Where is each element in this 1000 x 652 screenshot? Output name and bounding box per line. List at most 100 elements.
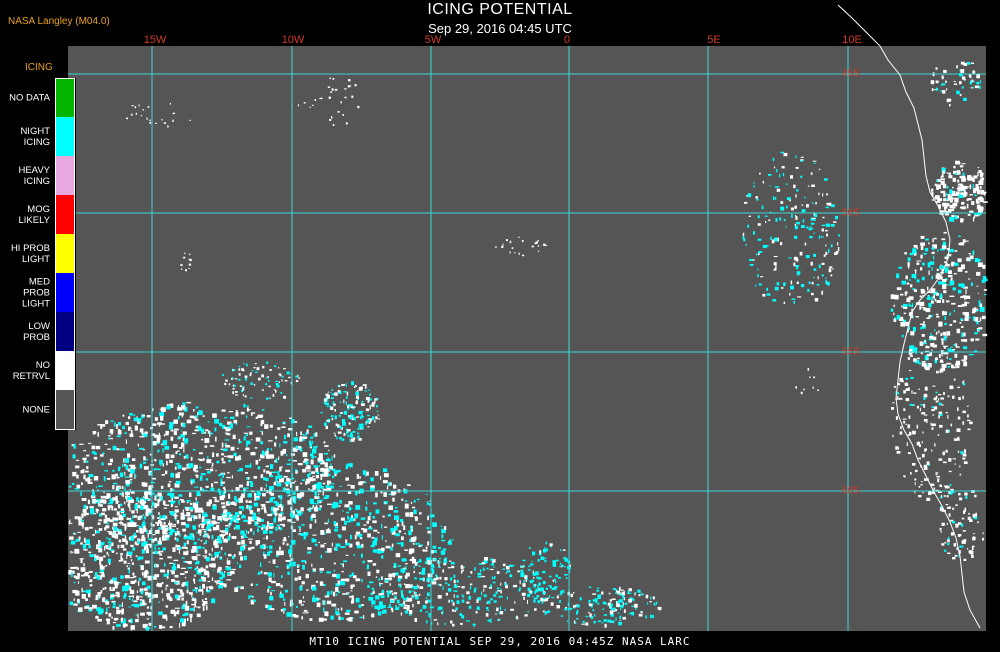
cloud-pixel — [953, 81, 956, 82]
cloud-pixel — [121, 485, 124, 489]
cloud-pixel — [174, 516, 177, 519]
cloud-pixel — [288, 459, 291, 461]
cloud-pixel — [782, 172, 785, 177]
cloud-pixel — [367, 533, 371, 538]
cloud-pixel — [218, 566, 221, 571]
cloud-pixel — [361, 578, 363, 583]
cloud-pixel — [957, 258, 962, 263]
cloud-pixel — [982, 537, 984, 541]
cloud-pixel — [275, 526, 278, 531]
cloud-pixel — [310, 459, 314, 465]
cloud-pixel — [82, 509, 87, 513]
cloud-pixel — [457, 586, 461, 588]
cloud-pixel — [331, 418, 334, 421]
cloud-pixel — [177, 564, 180, 569]
cloud-pixel — [112, 497, 117, 501]
cloud-pixel — [970, 282, 973, 286]
cloud-pixel — [946, 300, 950, 303]
cloud-pixel — [396, 542, 402, 545]
cloud-pixel — [186, 419, 192, 424]
cloud-pixel — [609, 599, 612, 602]
cloud-pixel — [142, 602, 147, 606]
cloud-pixel — [250, 452, 256, 456]
cloud-pixel — [76, 474, 79, 479]
cloud-pixel — [813, 232, 815, 234]
cloud-pixel — [542, 548, 546, 553]
cloud-pixel — [181, 405, 186, 410]
cloud-pixel — [938, 330, 940, 333]
cloud-pixel — [146, 585, 151, 590]
cloud-pixel — [163, 507, 168, 509]
cloud-pixel — [903, 390, 906, 394]
cloud-pixel — [943, 336, 947, 341]
cloud-pixel — [925, 238, 929, 241]
cloud-pixel — [966, 295, 971, 299]
cloud-pixel — [756, 253, 758, 256]
cloud-pixel — [921, 276, 925, 281]
cloud-pixel — [337, 389, 341, 393]
cloud-pixel — [112, 622, 117, 624]
cloud-pixel — [901, 334, 904, 338]
cloud-pixel — [336, 469, 341, 473]
cloud-pixel — [224, 455, 227, 457]
cloud-pixel — [226, 579, 232, 581]
cloud-pixel — [70, 540, 76, 545]
cloud-pixel — [509, 564, 513, 567]
cloud-pixel — [255, 583, 258, 586]
cloud-pixel — [349, 574, 352, 578]
cloud-pixel — [108, 613, 112, 617]
cloud-pixel — [269, 523, 274, 527]
cloud-pixel — [254, 363, 257, 365]
cloud-pixel — [330, 415, 334, 418]
cloud-pixel — [913, 253, 917, 256]
cloud-pixel — [356, 395, 359, 399]
cloud-pixel — [949, 280, 955, 286]
cloud-pixel — [144, 560, 150, 564]
cloud-pixel — [275, 583, 281, 587]
cloud-pixel — [287, 566, 289, 569]
cloud-pixel — [185, 581, 189, 587]
cloud-pixel — [955, 525, 959, 528]
cloud-pixel — [934, 329, 936, 331]
cloud-pixel — [919, 306, 922, 310]
cloud-pixel — [165, 587, 167, 591]
cloud-pixel — [235, 487, 240, 491]
cloud-pixel — [954, 250, 958, 252]
cloud-pixel — [166, 405, 171, 410]
cloud-pixel — [72, 551, 74, 554]
cloud-pixel — [131, 598, 134, 602]
cloud-pixel — [786, 205, 788, 209]
cloud-pixel — [622, 595, 625, 599]
cloud-pixel — [139, 447, 144, 450]
cloud-pixel — [896, 315, 900, 320]
cloud-pixel — [967, 198, 972, 201]
cloud-pixel — [98, 502, 100, 507]
cloud-pixel — [972, 545, 975, 548]
cloud-pixel — [342, 593, 347, 595]
lon-label-5e: 5E — [707, 34, 721, 46]
cloud-pixel — [910, 471, 912, 475]
cloud-pixel — [404, 575, 408, 579]
cloud-pixel — [237, 470, 240, 472]
cloud-pixel — [466, 591, 470, 595]
cloud-pixel — [223, 448, 228, 452]
cloud-pixel — [923, 403, 926, 408]
cloud-pixel — [313, 446, 318, 449]
cloud-pixel — [339, 581, 344, 585]
cloud-pixel — [235, 410, 238, 412]
cloud-pixel — [440, 550, 446, 555]
cloud-pixel — [157, 422, 162, 425]
cloud-pixel — [271, 580, 276, 584]
cloud-pixel — [174, 515, 179, 517]
cloud-pixel — [101, 462, 104, 466]
cloud-pixel — [896, 273, 900, 279]
cloud-pixel — [154, 417, 158, 421]
cloud-pixel — [357, 427, 360, 431]
cloud-pixel — [305, 432, 308, 436]
cloud-pixel — [340, 517, 345, 521]
cloud-pixel — [961, 545, 964, 548]
legend-swatch — [56, 234, 74, 273]
cloud-pixel — [520, 569, 524, 572]
cloud-pixel — [372, 416, 375, 421]
cloud-pixel — [165, 453, 170, 459]
